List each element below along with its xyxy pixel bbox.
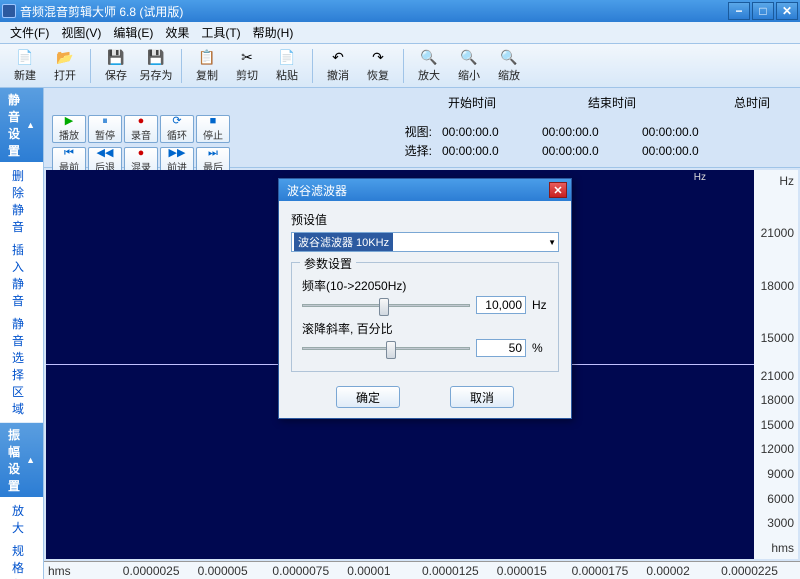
preset-label: 预设值 bbox=[291, 211, 559, 228]
rolloff-label: 滚降斜率, 百分比 bbox=[302, 320, 548, 337]
menu-item-4[interactable]: 工具(T) bbox=[195, 22, 246, 43]
main-toolbar: 📄新建📂打开 💾保存💾另存为 📋复制✂剪切📄粘贴 ↶撤消↷恢复 🔍放大🔍缩小🔍缩放 bbox=[0, 44, 800, 88]
chevron-icon: ▲ bbox=[26, 455, 35, 465]
time-value: 00:00:00.0 bbox=[442, 125, 532, 139]
minimize-button[interactable]: − bbox=[728, 2, 750, 20]
toolbar-缩放[interactable]: 🔍缩放 bbox=[490, 46, 528, 86]
chevron-icon: ▲ bbox=[26, 120, 35, 130]
params-legend: 参数设置 bbox=[300, 255, 356, 272]
time-tick: 0.0000075 bbox=[272, 564, 347, 577]
menu-item-1[interactable]: 视图(V) bbox=[55, 22, 107, 43]
axis-tick: 21000 bbox=[756, 369, 796, 383]
cancel-button[interactable]: 取消 bbox=[450, 386, 514, 408]
freq-slider[interactable] bbox=[302, 296, 470, 314]
time-value: 00:00:00.0 bbox=[642, 144, 732, 158]
axis-tick: 21000 bbox=[756, 226, 796, 240]
toolbar-复制[interactable]: 📋复制 bbox=[188, 46, 226, 86]
axis-tick: 15000 bbox=[756, 331, 796, 345]
preset-value: 波谷滤波器 10KHz bbox=[294, 233, 393, 251]
menu-item-3[interactable]: 效果 bbox=[159, 22, 195, 43]
ok-button[interactable]: 确定 bbox=[336, 386, 400, 408]
time-header: 开始时间 bbox=[432, 94, 512, 111]
time-tick: 0.0000125 bbox=[422, 564, 497, 577]
freq-label: 频率(10->22050Hz) bbox=[302, 277, 548, 294]
toolbar-缩小[interactable]: 🔍缩小 bbox=[450, 46, 488, 86]
time-tick: 0.00002 bbox=[646, 564, 721, 577]
sidebar-group-1[interactable]: 振幅设置▲ bbox=[0, 423, 43, 497]
transport-录音[interactable]: ●录音 bbox=[124, 115, 158, 143]
time-tick: 0.000015 bbox=[497, 564, 572, 577]
axis-tick: hms bbox=[756, 541, 796, 555]
sidebar-item-1-0[interactable]: 放大 bbox=[0, 499, 43, 539]
axis-tick: 3000 bbox=[756, 516, 796, 530]
time-value: 00:00:00.0 bbox=[542, 144, 632, 158]
axis-tick: 18000 bbox=[756, 279, 796, 293]
close-button[interactable]: ✕ bbox=[776, 2, 798, 20]
time-tick: 0.0000025 bbox=[123, 564, 198, 577]
time-axis: hms0.00000250.0000050.00000750.000010.00… bbox=[44, 561, 800, 579]
axis-tick: 6000 bbox=[756, 492, 796, 506]
toolbar-粘贴[interactable]: 📄粘贴 bbox=[268, 46, 306, 86]
toolbar-另存为[interactable]: 💾另存为 bbox=[137, 46, 175, 86]
chevron-down-icon: ▼ bbox=[548, 238, 556, 247]
sidebar-item-0-2[interactable]: 静音选择区域 bbox=[0, 312, 43, 420]
axis-tick: 12000 bbox=[756, 442, 796, 456]
time-tick: 0.000005 bbox=[198, 564, 273, 577]
sidebar: 静音设置▲删除静音插入静音静音选择区域振幅设置▲放大规格化淡入淡出声道混音颤音延… bbox=[0, 88, 44, 579]
time-value: 00:00:00.0 bbox=[642, 125, 732, 139]
axis-tick: Hz bbox=[756, 174, 796, 188]
time-tick: 0.0000225 bbox=[721, 564, 796, 577]
toolbar-放大[interactable]: 🔍放大 bbox=[410, 46, 448, 86]
toolbar-保存[interactable]: 💾保存 bbox=[97, 46, 135, 86]
transport-停止[interactable]: ■停止 bbox=[196, 115, 230, 143]
transport-播放[interactable]: ▶播放 bbox=[52, 115, 86, 143]
menu-item-5[interactable]: 帮助(H) bbox=[247, 22, 300, 43]
time-tick: hms bbox=[48, 564, 123, 577]
notch-filter-dialog: 波谷滤波器 ✕ 预设值 波谷滤波器 10KHz ▼ 参数设置 频率(10->22… bbox=[278, 178, 572, 419]
dialog-close-button[interactable]: ✕ bbox=[549, 182, 567, 198]
time-header: 总时间 bbox=[712, 94, 792, 111]
axis-tick: 9000 bbox=[756, 467, 796, 481]
rolloff-slider[interactable] bbox=[302, 339, 470, 357]
toolbar-新建[interactable]: 📄新建 bbox=[6, 46, 44, 86]
transport-循环[interactable]: ⟳循环 bbox=[160, 115, 194, 143]
sidebar-item-0-1[interactable]: 插入静音 bbox=[0, 238, 43, 312]
toolbar-打开[interactable]: 📂打开 bbox=[46, 46, 84, 86]
freq-value[interactable]: 10,000 bbox=[476, 296, 526, 314]
time-row-label: 选择: bbox=[392, 142, 432, 159]
time-header: 结束时间 bbox=[572, 94, 652, 111]
toolbar-撤消[interactable]: ↶撤消 bbox=[319, 46, 357, 86]
time-row-label: 视图: bbox=[392, 123, 432, 140]
menu-item-2[interactable]: 编辑(E) bbox=[107, 22, 159, 43]
toolbar-剪切[interactable]: ✂剪切 bbox=[228, 46, 266, 86]
time-value: 00:00:00.0 bbox=[542, 125, 632, 139]
rolloff-unit: % bbox=[532, 341, 548, 355]
sidebar-item-0-0[interactable]: 删除静音 bbox=[0, 164, 43, 238]
window-title: 音频混音剪辑大师 6.8 (试用版) bbox=[20, 3, 183, 20]
transport-暂停[interactable]: ⏸暂停 bbox=[88, 115, 122, 143]
time-value: 00:00:00.0 bbox=[442, 144, 532, 158]
menubar: 文件(F)视图(V)编辑(E)效果工具(T)帮助(H) bbox=[0, 22, 800, 44]
app-icon bbox=[2, 4, 16, 18]
freq-unit: Hz bbox=[532, 298, 548, 312]
axis-tick: 15000 bbox=[756, 418, 796, 432]
dialog-title: 波谷滤波器 bbox=[287, 182, 347, 199]
time-tick: 0.00001 bbox=[347, 564, 422, 577]
rolloff-value[interactable]: 50 bbox=[476, 339, 526, 357]
maximize-button[interactable]: □ bbox=[752, 2, 774, 20]
toolbar-恢复[interactable]: ↷恢复 bbox=[359, 46, 397, 86]
axis-tick: 18000 bbox=[756, 393, 796, 407]
sidebar-group-0[interactable]: 静音设置▲ bbox=[0, 88, 43, 162]
sidebar-item-1-1[interactable]: 规格化 bbox=[0, 539, 43, 579]
preset-combo[interactable]: 波谷滤波器 10KHz ▼ bbox=[291, 232, 559, 252]
time-tick: 0.0000175 bbox=[572, 564, 647, 577]
menu-item-0[interactable]: 文件(F) bbox=[4, 22, 55, 43]
